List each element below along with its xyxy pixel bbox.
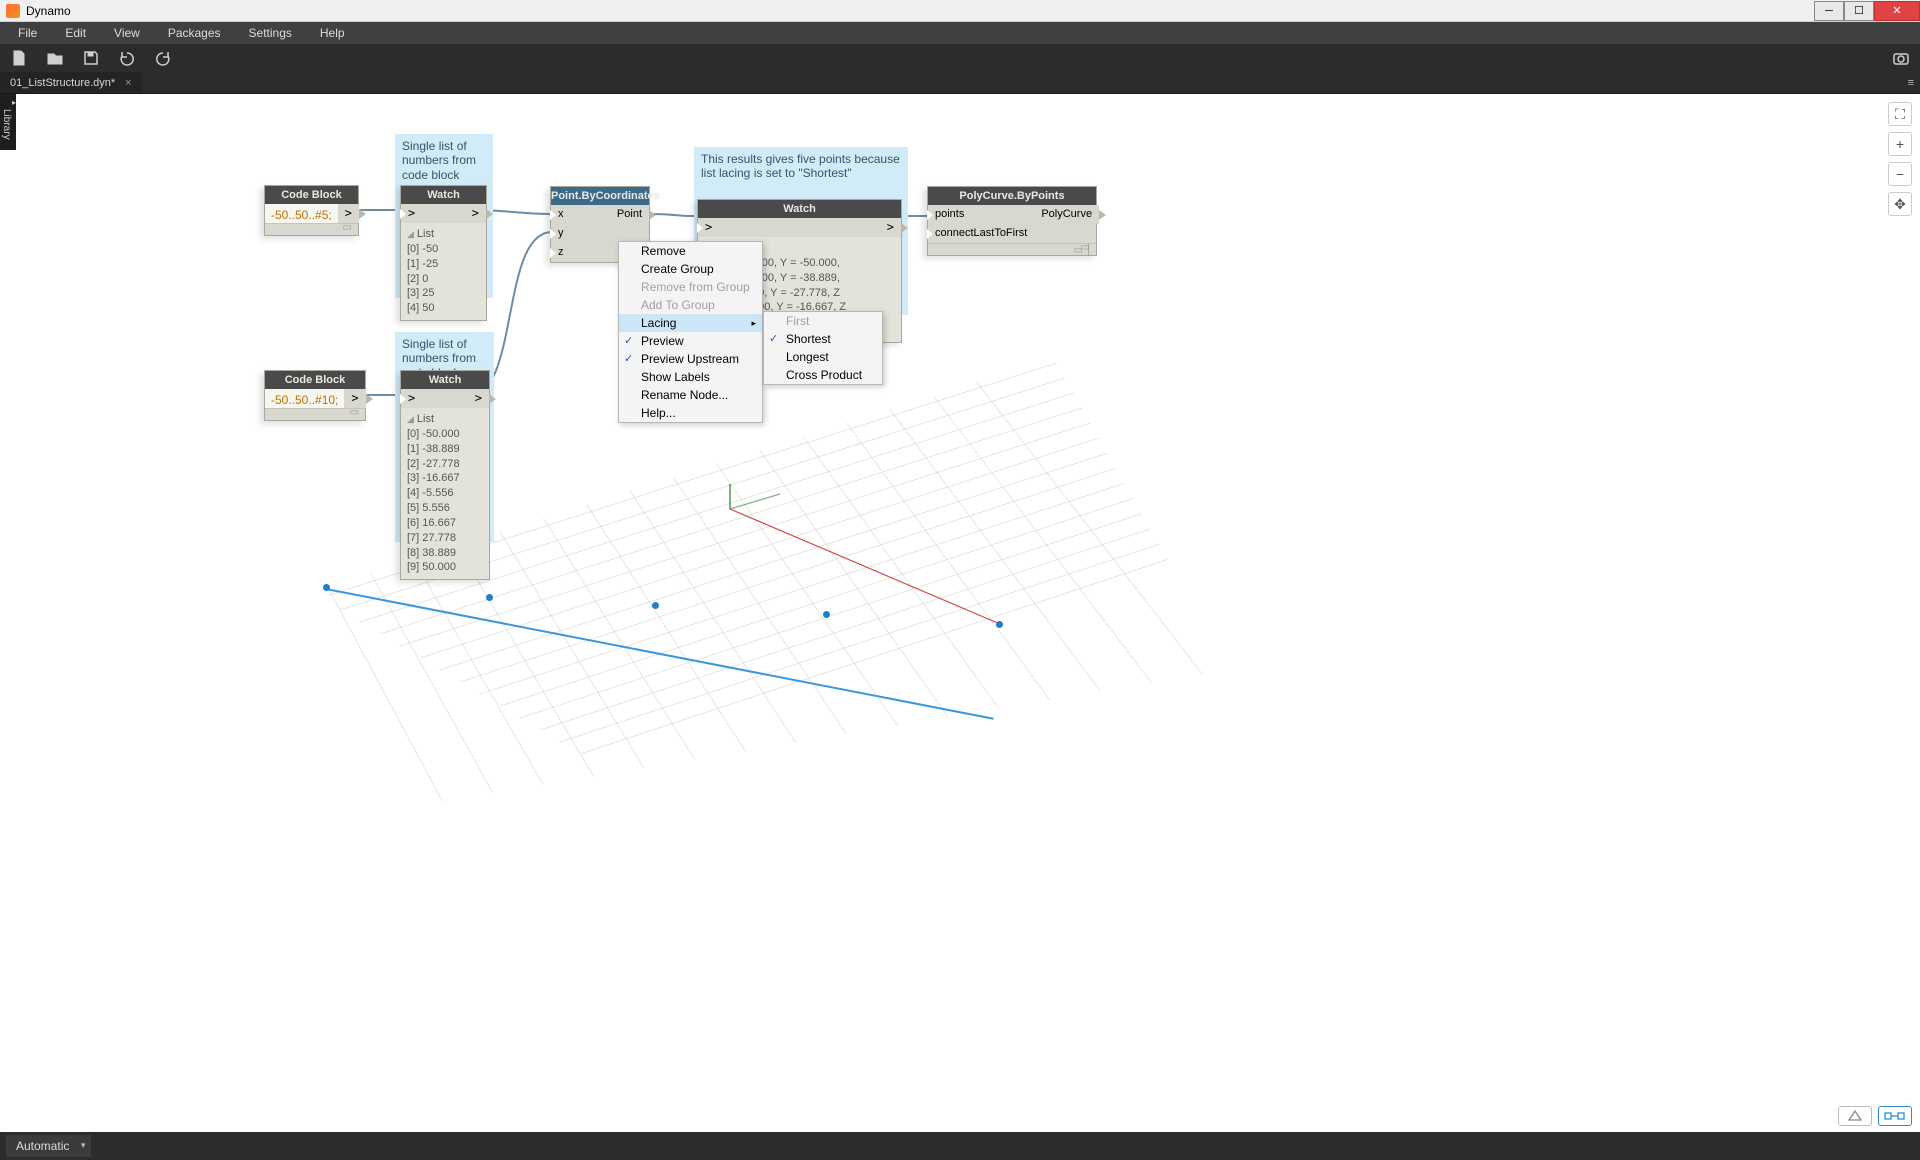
- app-title: Dynamo: [26, 4, 71, 18]
- ctx-preview-upstream[interactable]: ✓Preview Upstream: [619, 350, 762, 368]
- ctx-lacing[interactable]: Lacing▸: [619, 314, 762, 332]
- tabstrip-menu-icon[interactable]: ≡: [1902, 77, 1920, 89]
- node-code-block[interactable]: Code Block -50..50..#10; >: [264, 370, 366, 421]
- pan-button[interactable]: ✥: [1888, 192, 1912, 216]
- fit-view-button[interactable]: ⛶: [1888, 102, 1912, 126]
- canvas[interactable]: Library ⛶ + − ✥ Single list of numbers f…: [0, 94, 1920, 1132]
- zoom-out-button[interactable]: −: [1888, 162, 1912, 186]
- screenshot-icon[interactable]: [1892, 49, 1910, 67]
- output-port[interactable]: >: [880, 218, 901, 237]
- lacing-first: First: [764, 312, 882, 330]
- open-file-icon[interactable]: [46, 49, 64, 67]
- menu-help[interactable]: Help: [306, 26, 359, 40]
- ctx-create-group[interactable]: Create Group: [619, 260, 762, 278]
- node-header: Code Block: [265, 186, 358, 204]
- input-port-x[interactable]: x: [551, 205, 571, 224]
- menu-packages[interactable]: Packages: [154, 26, 235, 40]
- input-port-connectlast[interactable]: connectLastToFirst: [928, 224, 1034, 243]
- output-port-point[interactable]: Point: [610, 205, 649, 224]
- window-maximize-button[interactable]: [1844, 1, 1874, 21]
- library-label: Library: [1, 109, 12, 140]
- workspace-tab-label: 01_ListStructure.dyn*: [10, 77, 115, 89]
- node-watch[interactable]: Watch > > ◢List [0] -50 [1] -25 [2] 0 [3…: [400, 185, 487, 321]
- menu-view[interactable]: View: [100, 26, 154, 40]
- app-logo-icon: [6, 4, 20, 18]
- geometry-polyline: [326, 588, 994, 719]
- node-header: PolyCurve.ByPoints: [928, 187, 1096, 205]
- save-icon[interactable]: [82, 49, 100, 67]
- node-header: Watch: [698, 200, 901, 218]
- redo-icon[interactable]: [154, 49, 172, 67]
- tab-close-icon[interactable]: ×: [125, 77, 131, 89]
- run-mode-selector[interactable]: Automatic: [6, 1135, 91, 1157]
- lacing-longest[interactable]: Longest: [764, 348, 882, 366]
- node-header: Point.ByCoordinates: [551, 187, 649, 205]
- ctx-help[interactable]: Help...: [619, 404, 762, 422]
- title-bar: Dynamo: [0, 0, 1920, 22]
- node-header: Watch: [401, 371, 489, 389]
- ctx-add-to-group: Add To Group: [619, 296, 762, 314]
- new-file-icon[interactable]: [10, 49, 28, 67]
- context-menu: Remove Create Group Remove from Group Ad…: [618, 241, 763, 423]
- geometry-point: [996, 621, 1003, 628]
- geometry-point: [652, 602, 659, 609]
- menu-bar: File Edit View Packages Settings Help: [0, 22, 1920, 44]
- ctx-rename-node[interactable]: Rename Node...: [619, 386, 762, 404]
- node-header: Code Block: [265, 371, 365, 389]
- node-footer: ▭ │: [928, 243, 1096, 255]
- watch-body: ◢List [0] -50.000 [1] -38.889 [2] -27.77…: [401, 408, 489, 579]
- output-port[interactable]: >: [468, 389, 489, 408]
- node-code-block[interactable]: Code Block -50..50..#5; >: [264, 185, 359, 236]
- output-port[interactable]: >: [338, 204, 359, 223]
- context-submenu-lacing: First ✓Shortest Longest Cross Product: [763, 311, 883, 385]
- input-port-points[interactable]: points: [928, 205, 1034, 224]
- output-port-polycurve[interactable]: PolyCurve: [1034, 205, 1099, 224]
- workspace-tab[interactable]: 01_ListStructure.dyn* ×: [0, 72, 142, 93]
- geometry-point: [323, 584, 330, 591]
- group-title: Single list of numbers from code block: [396, 135, 492, 186]
- view-toggle-graph[interactable]: [1878, 1106, 1912, 1126]
- code-block-input[interactable]: -50..50..#10;: [265, 389, 344, 408]
- lacing-shortest[interactable]: ✓Shortest: [764, 330, 882, 348]
- status-bar: Automatic: [0, 1132, 1920, 1160]
- node-polycurve-bypoints[interactable]: PolyCurve.ByPoints points connectLastToF…: [927, 186, 1097, 256]
- output-port[interactable]: >: [344, 389, 365, 408]
- node-footer: [265, 408, 365, 420]
- geometry-point: [823, 611, 830, 618]
- toolbar: [0, 44, 1920, 72]
- window-close-button[interactable]: [1874, 1, 1920, 21]
- menu-settings[interactable]: Settings: [235, 26, 306, 40]
- node-header: Watch: [401, 186, 486, 204]
- library-panel-toggle[interactable]: Library: [0, 94, 16, 150]
- menu-edit[interactable]: Edit: [51, 26, 100, 40]
- group-title: This results gives five points because l…: [695, 148, 907, 185]
- ctx-preview[interactable]: ✓Preview: [619, 332, 762, 350]
- geometry-point: [486, 594, 493, 601]
- lacing-cross-product[interactable]: Cross Product: [764, 366, 882, 384]
- ctx-remove[interactable]: Remove: [619, 242, 762, 260]
- input-port-y[interactable]: y: [551, 224, 571, 243]
- input-port[interactable]: >: [698, 218, 719, 237]
- input-port-z[interactable]: z: [551, 243, 571, 262]
- undo-icon[interactable]: [118, 49, 136, 67]
- output-port[interactable]: >: [465, 204, 486, 223]
- node-footer: [265, 223, 358, 235]
- input-port[interactable]: >: [401, 204, 422, 223]
- menu-file[interactable]: File: [4, 26, 51, 40]
- input-port[interactable]: >: [401, 389, 422, 408]
- node-watch[interactable]: Watch > > ◢List [0] -50.000 [1] -38.889 …: [400, 370, 490, 580]
- ctx-remove-from-group: Remove from Group: [619, 278, 762, 296]
- watch-body: ◢List [0] -50 [1] -25 [2] 0 [3] 25 [4] 5…: [401, 223, 486, 320]
- ctx-show-labels[interactable]: Show Labels: [619, 368, 762, 386]
- tab-strip: 01_ListStructure.dyn* × ≡: [0, 72, 1920, 94]
- view-toggle-3d[interactable]: [1838, 1106, 1872, 1126]
- code-block-input[interactable]: -50..50..#5;: [265, 204, 338, 223]
- zoom-in-button[interactable]: +: [1888, 132, 1912, 156]
- window-minimize-button[interactable]: [1814, 1, 1844, 21]
- run-mode-label: Automatic: [16, 1139, 69, 1153]
